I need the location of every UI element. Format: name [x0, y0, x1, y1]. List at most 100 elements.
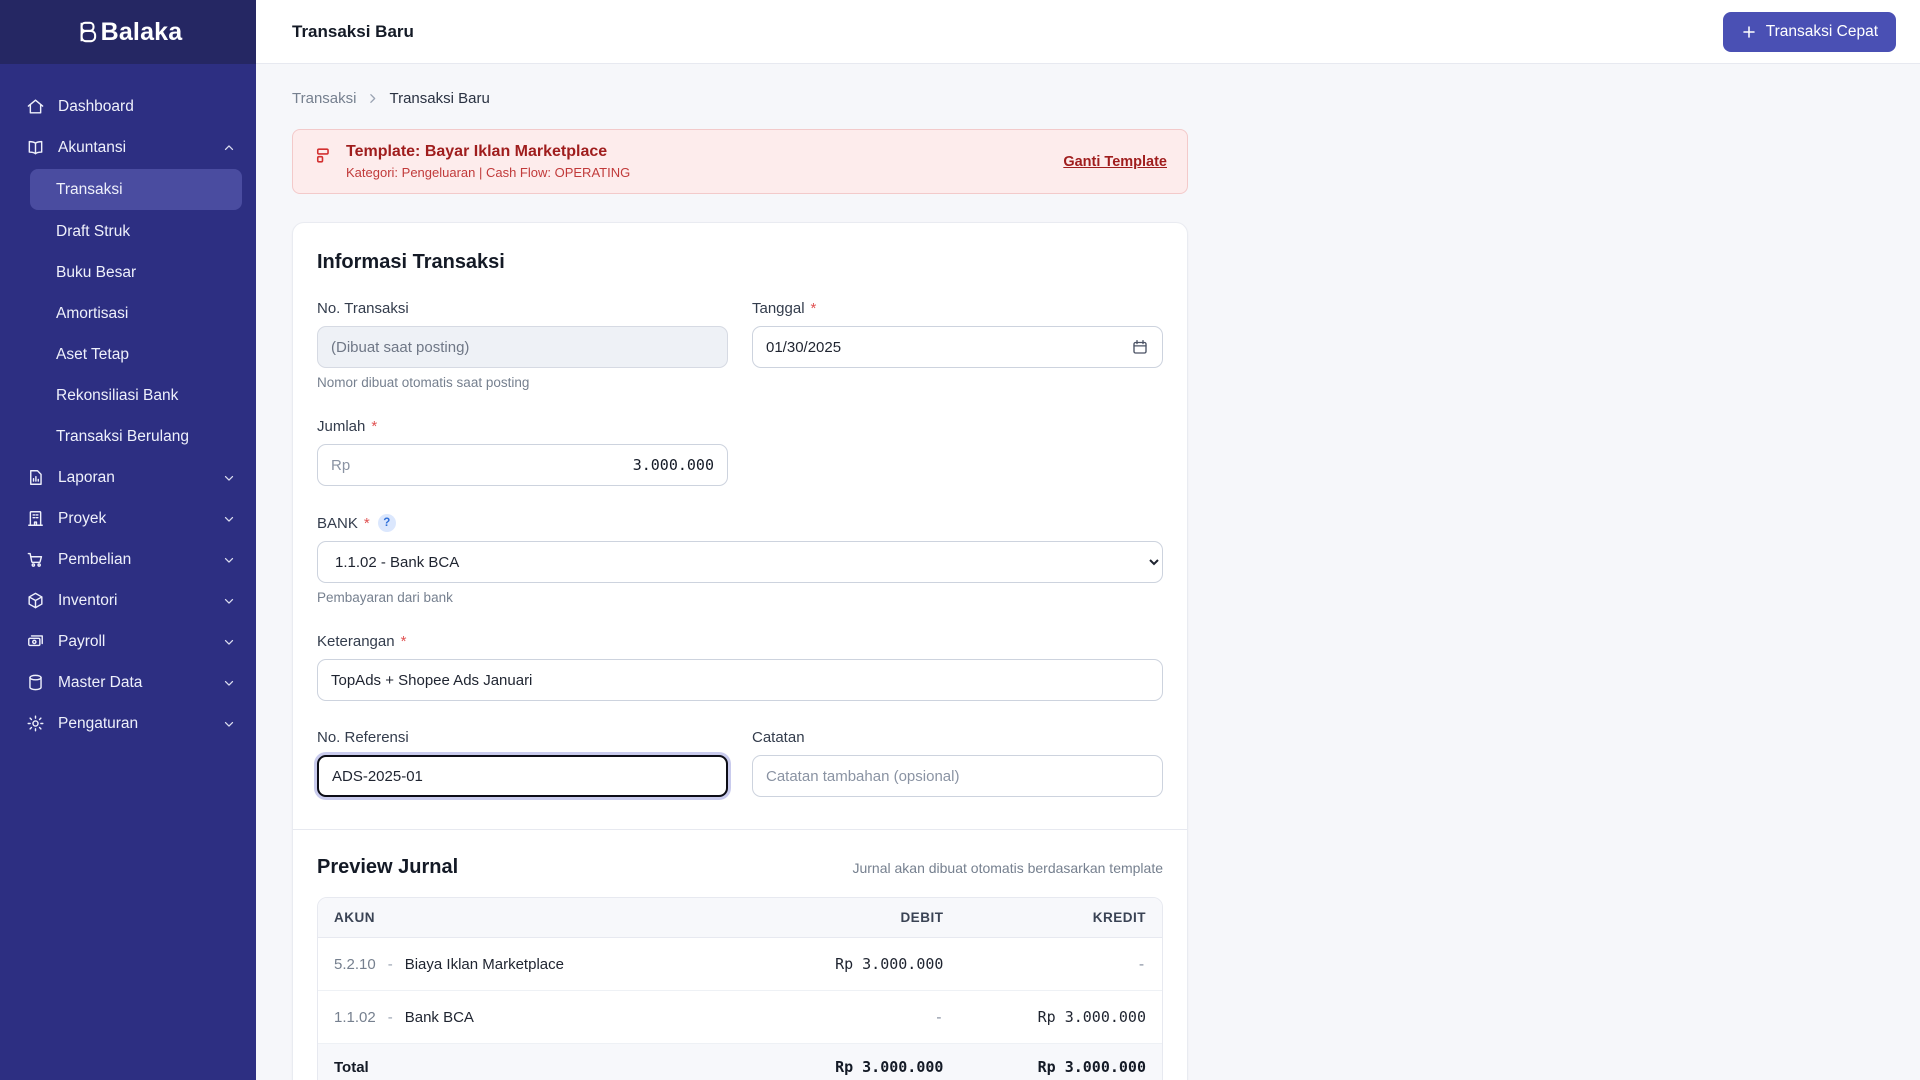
sidebar-item-label: Inventori — [58, 592, 117, 610]
sidebar-item-proyek[interactable]: Proyek — [0, 498, 256, 539]
table-row: 5.2.10-Biaya Iklan Marketplace Rp 3.000.… — [318, 938, 1162, 991]
jumlah-input[interactable]: Rp 3.000.000 — [317, 444, 728, 486]
sidebar-item-pengaturan[interactable]: Pengaturan — [0, 703, 256, 744]
chevron-up-icon — [222, 141, 236, 155]
quick-transaction-label: Transaksi Cepat — [1766, 23, 1878, 41]
tanggal-input[interactable]: 01/30/2025 — [752, 326, 1163, 368]
brand-name: Balaka — [101, 18, 183, 47]
sidebar-subitem-transaksi-berulang[interactable]: Transaksi Berulang — [0, 416, 256, 457]
chevron-down-icon — [222, 717, 236, 731]
sidebar-item-label: Payroll — [58, 633, 105, 651]
building-icon — [26, 509, 45, 528]
preview-jurnal-section: Preview Jurnal Jurnal akan dibuat otomat… — [317, 830, 1163, 1080]
template-banner: Template: Bayar Iklan Marketplace Katego… — [292, 129, 1188, 194]
sidebar-subitem-label: Aset Tetap — [56, 346, 129, 364]
banknotes-icon — [26, 632, 45, 651]
chevron-down-icon — [222, 676, 236, 690]
sidebar-nav: Dashboard Akuntansi Transaksi Draft Stru… — [0, 64, 256, 744]
breadcrumb: Transaksi Transaksi Baru — [292, 90, 1188, 107]
journal-preview-table: AKUN DEBIT KREDIT 5.2.10-Biaya Iklan Mar… — [317, 897, 1163, 1080]
sidebar-item-pembelian[interactable]: Pembelian — [0, 539, 256, 580]
column-header-kredit: KREDIT — [959, 898, 1162, 938]
required-marker: * — [364, 515, 370, 532]
bank-label: BANK — [317, 515, 358, 532]
breadcrumb-current: Transaksi Baru — [389, 90, 489, 107]
sidebar-subitem-draft-struk[interactable]: Draft Struk — [0, 211, 256, 252]
total-row: Total Rp 3.000.000 Rp 3.000.000 — [318, 1044, 1162, 1080]
account-separator: - — [388, 1009, 393, 1026]
tanggal-label: Tanggal — [752, 300, 805, 317]
bank-select[interactable]: 1.1.02 - Bank BCA — [317, 541, 1163, 583]
sidebar-subitem-rekonsiliasi-bank[interactable]: Rekonsiliasi Bank — [0, 375, 256, 416]
sidebar-item-dashboard[interactable]: Dashboard — [0, 86, 256, 127]
bank-helper: Pembayaran dari bank — [317, 590, 1163, 605]
sidebar-item-label: Proyek — [58, 510, 106, 528]
home-icon — [26, 97, 45, 116]
chevron-right-icon — [366, 92, 379, 105]
template-title: Template: Bayar Iklan Marketplace — [346, 143, 630, 161]
total-label: Total — [318, 1044, 757, 1080]
sidebar-item-label: Pengaturan — [58, 715, 138, 733]
sidebar-subitem-transaksi[interactable]: Transaksi — [30, 169, 242, 210]
sidebar-subitem-label: Buku Besar — [56, 264, 136, 282]
no-referensi-label: No. Referensi — [317, 729, 409, 746]
account-name: Bank BCA — [405, 1009, 474, 1026]
chevron-down-icon — [222, 594, 236, 608]
sidebar-subitem-label: Rekonsiliasi Bank — [56, 387, 178, 405]
sidebar-subitem-aset-tetap[interactable]: Aset Tetap — [0, 334, 256, 375]
change-template-link[interactable]: Ganti Template — [1063, 154, 1167, 170]
account-separator: - — [388, 956, 393, 973]
debit-amount: Rp 3.000.000 — [757, 938, 960, 991]
debit-amount: - — [757, 991, 960, 1044]
catatan-field-group: Catatan — [752, 729, 1163, 797]
required-marker: * — [811, 300, 817, 317]
page-title: Transaksi Baru — [292, 22, 414, 42]
template-subtitle: Kategori: Pengeluaran | Cash Flow: OPERA… — [346, 165, 630, 180]
calendar-icon[interactable] — [1131, 338, 1149, 356]
sidebar-item-payroll[interactable]: Payroll — [0, 621, 256, 662]
template-icon — [313, 146, 332, 165]
sidebar-item-master-data[interactable]: Master Data — [0, 662, 256, 703]
jumlah-value: 3.000.000 — [633, 456, 714, 474]
keterangan-input[interactable] — [317, 659, 1163, 701]
transaction-form-card: Informasi Transaksi No. Transaksi Nomor … — [292, 222, 1188, 1080]
sidebar-item-inventori[interactable]: Inventori — [0, 580, 256, 621]
chevron-down-icon — [222, 635, 236, 649]
bank-help-icon[interactable]: ? — [378, 514, 396, 532]
quick-transaction-button[interactable]: Transaksi Cepat — [1723, 12, 1896, 52]
sidebar-subitem-label: Transaksi Berulang — [56, 428, 189, 446]
account-code: 5.2.10 — [334, 956, 376, 973]
sidebar-item-label: Akuntansi — [58, 139, 126, 157]
content-area: Transaksi Transaksi Baru Template: Bayar… — [256, 64, 1920, 1080]
sidebar-subitem-label: Transaksi — [56, 181, 123, 199]
no-transaksi-field-group: No. Transaksi Nomor dibuat otomatis saat… — [317, 300, 728, 390]
breadcrumb-transaksi-link[interactable]: Transaksi — [292, 90, 356, 107]
cube-icon — [26, 591, 45, 610]
database-icon — [26, 673, 45, 692]
no-referensi-input[interactable] — [317, 755, 728, 797]
table-row: 1.1.02-Bank BCA - Rp 3.000.000 — [318, 991, 1162, 1044]
required-marker: * — [401, 633, 407, 650]
top-header: Transaksi Baru Transaksi Cepat — [256, 0, 1920, 64]
column-header-debit: DEBIT — [757, 898, 960, 938]
no-transaksi-helper: Nomor dibuat otomatis saat posting — [317, 375, 728, 390]
catatan-input[interactable] — [752, 755, 1163, 797]
cart-icon — [26, 550, 45, 569]
plus-icon — [1741, 24, 1757, 40]
catatan-label: Catatan — [752, 729, 805, 746]
sidebar-item-laporan[interactable]: Laporan — [0, 457, 256, 498]
no-transaksi-input[interactable] — [317, 326, 728, 368]
sidebar-subitem-amortisasi[interactable]: Amortisasi — [0, 293, 256, 334]
sidebar-subitem-label: Amortisasi — [56, 305, 128, 323]
gear-icon — [26, 714, 45, 733]
sidebar-subitem-buku-besar[interactable]: Buku Besar — [0, 252, 256, 293]
chevron-down-icon — [222, 471, 236, 485]
total-debit: Rp 3.000.000 — [757, 1044, 960, 1080]
sidebar-item-label: Laporan — [58, 469, 115, 487]
app-logo[interactable]: Balaka — [0, 0, 256, 64]
keterangan-label: Keterangan — [317, 633, 395, 650]
currency-prefix: Rp — [331, 457, 350, 474]
sidebar-item-akuntansi[interactable]: Akuntansi — [0, 127, 256, 168]
tanggal-field-group: Tanggal * 01/30/2025 — [752, 300, 1163, 390]
no-transaksi-label: No. Transaksi — [317, 300, 409, 317]
